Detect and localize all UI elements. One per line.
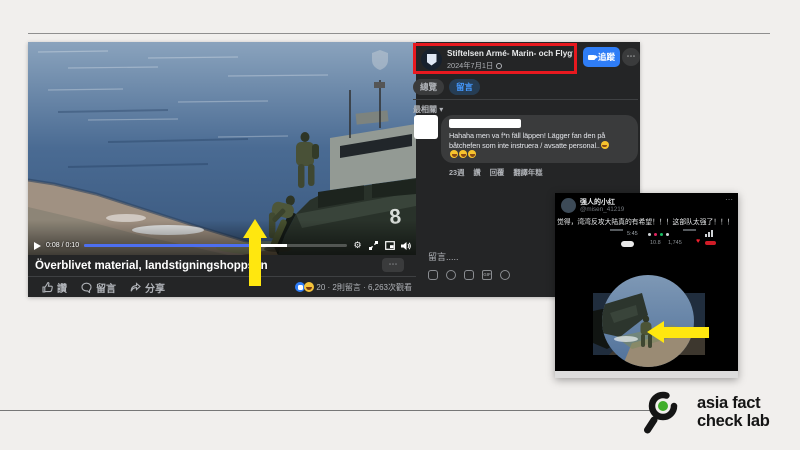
xpost-video-duration: 5:45 — [627, 231, 638, 237]
dot-icon — [648, 233, 651, 236]
page-avatar[interactable] — [421, 49, 442, 70]
dot-icon — [660, 233, 663, 236]
xpost-more-icon[interactable]: ⋯ — [725, 195, 733, 204]
fullscreen-icon[interactable] — [368, 240, 379, 251]
chevron-down-icon: ▾ — [439, 105, 443, 114]
commenter-name-blurred — [449, 119, 521, 128]
share-button[interactable]: 分享 — [130, 280, 165, 295]
facebook-post-panel: 8 — [28, 42, 640, 297]
globe-icon — [496, 63, 502, 69]
dot-icon — [654, 233, 657, 236]
divider — [683, 229, 696, 231]
gif-icon[interactable]: GIF — [482, 270, 492, 280]
video-camera-icon — [588, 55, 595, 60]
emoji-icon — [468, 150, 476, 158]
page: 8 — [0, 0, 800, 450]
divider — [610, 229, 623, 231]
like-button[interactable]: 讚 — [42, 280, 67, 295]
red-annotation-box: Stiftelsen Armé- Marin- och Flygfilm 202… — [413, 43, 577, 74]
divider — [413, 99, 638, 100]
tab-overview[interactable]: 總覽 — [413, 79, 444, 95]
comment-translate-link[interactable]: 翻譯年糕 — [513, 168, 542, 178]
page-name[interactable]: Stiftelsen Armé- Marin- och Flygfilm — [447, 49, 573, 58]
video-title-row: Överblivet material, landstigningshoppsa… — [28, 255, 416, 276]
sticker-icon[interactable] — [500, 270, 510, 280]
blurred-button — [621, 241, 634, 247]
video-player[interactable]: 8 — [28, 42, 416, 255]
magnifier-logo-icon — [644, 390, 684, 434]
screenshot-bottom-strip — [555, 371, 738, 378]
emoji-picker-icon[interactable] — [446, 270, 456, 280]
sort-dropdown[interactable]: 最相關 ▾ — [413, 104, 443, 115]
xpost-stat: 1,745 — [668, 240, 682, 246]
like-count-badge — [705, 241, 716, 245]
avatar-sticker-icon[interactable] — [428, 270, 438, 280]
comment-text: båtchefen som inte instruera / avsatte p… — [449, 141, 630, 151]
dot-icon — [666, 233, 669, 236]
logo-divider-line — [0, 410, 650, 411]
emoji-icon — [450, 150, 458, 158]
laugh-reaction-icon — [304, 282, 314, 292]
comment-reply-link[interactable]: 回覆 — [490, 168, 505, 178]
comment-input[interactable]: 留言..... — [428, 250, 459, 263]
video-progress-bar[interactable] — [84, 244, 347, 247]
xpost-handle: @misen_41219 — [580, 206, 624, 213]
comment-button[interactable]: 留言 — [81, 280, 116, 295]
comment-meta: 23週 讚 回覆 翻譯年糕 — [449, 168, 543, 178]
xpost-text: 觉得，湾湾反攻大陆真的有希望！！！这部队太强了！！！ — [557, 216, 737, 226]
video-time: 0:08 / 0:10 — [46, 242, 79, 249]
comment-bubble: Hahaha men va f*n fäll läppen! Lägger fa… — [441, 115, 638, 163]
annotation-arrow-up — [243, 219, 267, 286]
signal-bars-icon — [705, 230, 713, 237]
video-frame: 8 — [28, 42, 416, 255]
play-icon[interactable] — [34, 242, 41, 250]
emoji-icon — [459, 150, 467, 158]
xpost-avatar — [561, 198, 576, 213]
settings-icon[interactable]: ⚙ — [352, 240, 363, 251]
emoji-icon — [601, 141, 609, 149]
commenter-avatar-blurred — [414, 115, 438, 139]
heart-icon[interactable]: ♥ — [696, 238, 700, 245]
tab-comments[interactable]: 留言 — [449, 79, 480, 95]
camera-icon[interactable] — [464, 270, 474, 280]
comment-text: Hahaha men va f*n fäll läppen! Lägger fa… — [449, 131, 630, 141]
comment-like-link[interactable]: 讚 — [473, 168, 480, 178]
follow-button[interactable]: 追蹤 — [583, 47, 620, 67]
comment-emoji-row — [449, 150, 630, 160]
annotation-arrow-left — [647, 321, 709, 343]
xpost-panel: 强人的小红 @misen_41219 ⋯ 觉得，湾湾反攻大陆真的有希望！！！这部… — [555, 193, 738, 378]
volume-icon[interactable] — [400, 240, 411, 251]
video-more-button[interactable]: ⋯ — [382, 258, 404, 272]
xpost-stat: 10.8 — [650, 240, 661, 246]
video-title: Överblivet material, landstigningshoppsa… — [28, 260, 268, 272]
header-more-button[interactable]: ⋯ — [622, 48, 640, 66]
shield-icon — [427, 54, 437, 66]
post-action-row: 讚 留言 分享 20 · 2則留言 · 6,263次觀看 — [28, 277, 416, 297]
logo-wordmark: asia fact check lab — [697, 394, 770, 430]
pip-icon[interactable] — [384, 240, 395, 251]
post-date: 2024年7月1日 — [447, 61, 502, 71]
top-divider — [28, 33, 770, 34]
video-controls: 0:08 / 0:10 ⚙ — [34, 239, 411, 252]
post-stats: 20 · 2則留言 · 6,263次觀看 — [295, 277, 412, 297]
comment-toolbar: GIF — [428, 270, 510, 280]
